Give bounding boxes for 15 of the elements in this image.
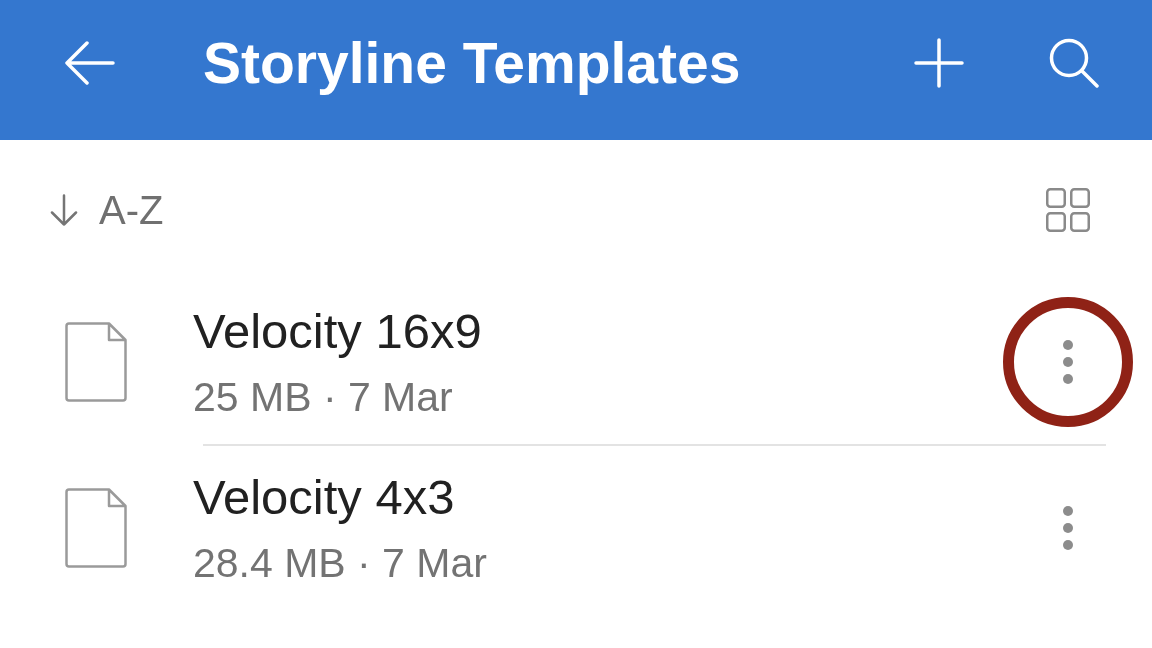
vertical-dots-icon[interactable] xyxy=(1062,506,1074,550)
file-name[interactable]: Velocity 16x9 xyxy=(193,303,482,359)
plus-icon[interactable] xyxy=(914,38,964,88)
file-icon xyxy=(65,488,127,568)
search-icon[interactable] xyxy=(1049,38,1099,88)
vertical-dots-icon[interactable] xyxy=(1062,340,1074,384)
file-icon xyxy=(65,322,127,402)
arrow-down-icon xyxy=(50,194,78,226)
file-details: 25 MB · 7 Mar xyxy=(193,373,453,421)
grid-icon[interactable] xyxy=(1046,188,1090,232)
file-details: 28.4 MB · 7 Mar xyxy=(193,539,487,587)
arrow-left-icon[interactable] xyxy=(65,41,115,85)
sort-button[interactable]: A-Z xyxy=(50,187,164,233)
app-bar-title: Storyline Templates xyxy=(203,30,742,96)
file-name[interactable]: Velocity 4x3 xyxy=(193,469,455,525)
